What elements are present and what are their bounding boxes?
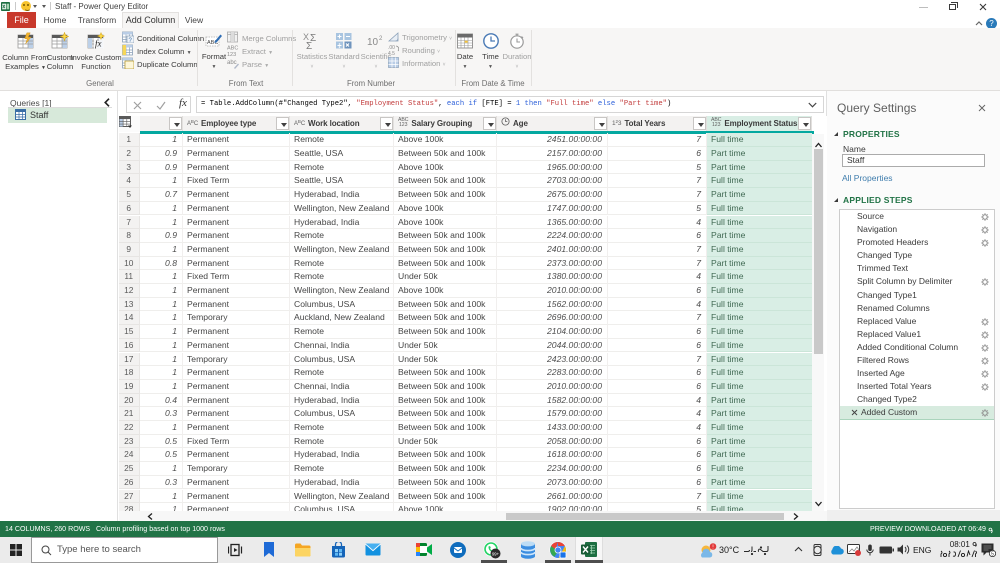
svg-text:10: 10: [367, 37, 379, 48]
svg-text:fx: fx: [95, 39, 102, 49]
svg-text:ABC: ABC: [227, 46, 238, 52]
svg-text:123: 123: [227, 52, 236, 56]
svg-text:2: 2: [379, 36, 383, 42]
svg-text:abc: abc: [227, 60, 237, 66]
svg-text:4.5: 4.5: [388, 51, 395, 55]
svg-text:99+: 99+: [492, 552, 500, 557]
svg-text:Σ: Σ: [306, 41, 312, 50]
svg-text:5: 5: [991, 552, 994, 557]
